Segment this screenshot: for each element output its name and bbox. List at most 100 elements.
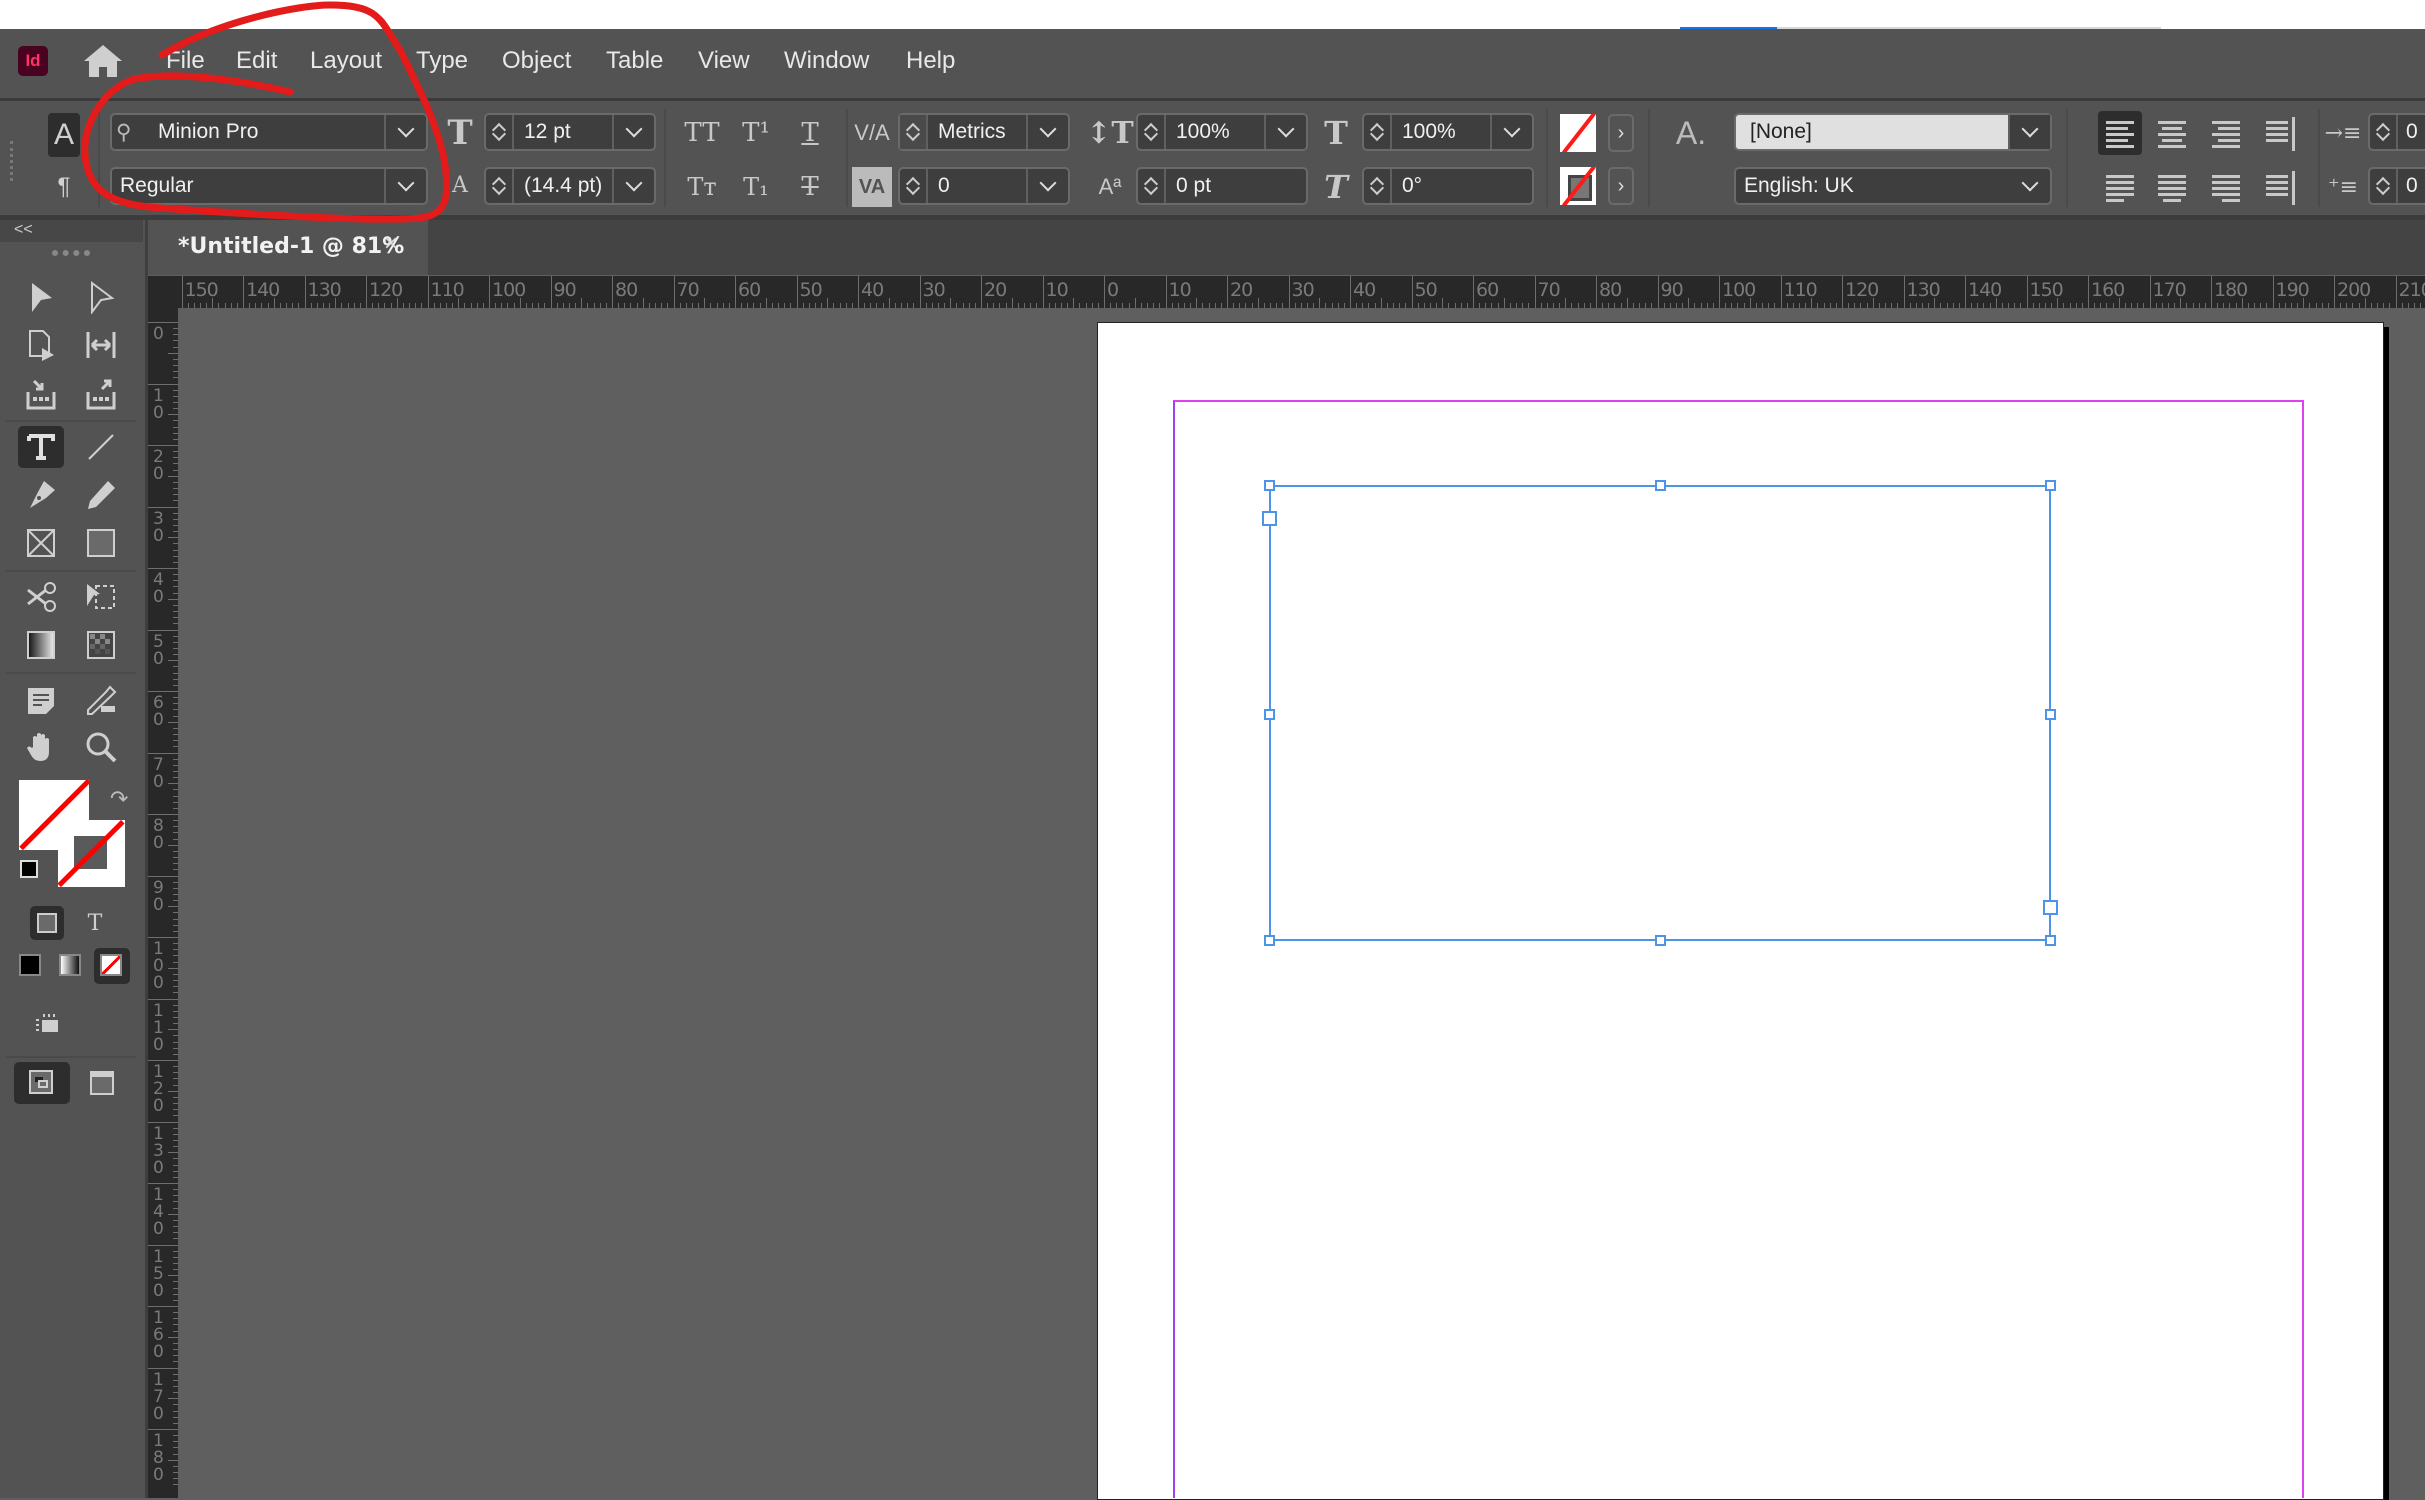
resize-handle-top-left[interactable] — [1264, 480, 1275, 491]
stepper[interactable] — [2370, 169, 2398, 203]
horizontal-scale-field[interactable]: 100% — [1362, 113, 1534, 151]
screen-mode-menu-button[interactable] — [80, 1062, 126, 1104]
align-towards-spine-button[interactable] — [2258, 111, 2302, 155]
chevron-down-icon[interactable] — [1026, 115, 1068, 149]
character-style-field[interactable]: [None] — [1734, 113, 2052, 151]
gap-tool[interactable] — [78, 324, 124, 366]
align-right-button[interactable] — [2204, 111, 2248, 155]
menu-object[interactable]: Object — [502, 47, 571, 75]
justify-all-button[interactable] — [2258, 165, 2302, 209]
resize-handle-middle-left[interactable] — [1264, 709, 1275, 720]
panel-grip[interactable] — [52, 250, 90, 262]
menu-type[interactable]: Type — [416, 47, 468, 75]
text-frame[interactable] — [1269, 485, 2051, 941]
menu-view[interactable]: View — [698, 47, 750, 75]
screen-mode-normal-button[interactable] — [26, 1004, 72, 1046]
formatting-affects-text-button[interactable]: T — [78, 906, 112, 940]
stroke-swatch[interactable] — [1560, 167, 1596, 205]
menu-layout[interactable]: Layout — [310, 47, 382, 75]
resize-handle-bottom-left[interactable] — [1264, 935, 1275, 946]
stepper[interactable] — [486, 115, 514, 149]
vertical-scale-field[interactable]: 100% — [1136, 113, 1308, 151]
text-out-port[interactable] — [2043, 900, 2058, 915]
chevron-down-icon[interactable] — [1264, 115, 1306, 149]
chevron-down-icon[interactable] — [2008, 115, 2050, 149]
formatting-affects-container-button[interactable] — [30, 906, 64, 940]
justify-center-button[interactable] — [2150, 165, 2194, 209]
free-transform-tool[interactable] — [78, 576, 124, 618]
stepper[interactable] — [900, 115, 928, 149]
gradient-swatch-tool[interactable] — [18, 624, 64, 666]
leading-field[interactable]: (14.4 pt) — [484, 167, 656, 205]
pencil-tool[interactable] — [78, 474, 124, 516]
note-tool[interactable] — [18, 680, 64, 722]
resize-handle-bottom-right[interactable] — [2045, 935, 2056, 946]
all-caps-icon[interactable]: TT — [680, 113, 724, 153]
scissors-tool[interactable] — [18, 576, 64, 618]
apply-color-button[interactable] — [19, 954, 41, 976]
chevron-down-icon[interactable] — [1026, 169, 1068, 203]
small-caps-icon[interactable]: Tᴛ — [680, 167, 724, 207]
apply-gradient-button[interactable] — [59, 954, 81, 976]
first-line-indent-field[interactable]: 0 — [2368, 167, 2425, 205]
menu-table[interactable]: Table — [606, 47, 663, 75]
swap-fill-stroke-icon[interactable]: ↷ — [110, 786, 128, 812]
home-icon[interactable] — [82, 43, 124, 79]
rectangle-frame-tool[interactable] — [18, 522, 64, 564]
superscript-icon[interactable]: T¹ — [734, 113, 778, 153]
fill-swatch[interactable] — [1560, 114, 1596, 152]
chevron-down-icon[interactable] — [1490, 115, 1532, 149]
gradient-feather-tool[interactable] — [78, 624, 124, 666]
page-tool[interactable] — [18, 324, 64, 366]
strikethrough-icon[interactable]: T — [788, 167, 832, 207]
align-center-button[interactable] — [2150, 111, 2194, 155]
line-tool[interactable] — [78, 426, 124, 468]
zoom-tool[interactable] — [78, 726, 124, 768]
apply-none-button[interactable] — [94, 948, 130, 984]
fill-menu-button[interactable]: › — [1608, 114, 1634, 152]
menu-edit[interactable]: Edit — [236, 47, 277, 75]
resize-handle-bottom-center[interactable] — [1655, 935, 1666, 946]
tracking-field[interactable]: 0 — [898, 167, 1070, 205]
type-tool[interactable] — [18, 426, 64, 468]
chevron-down-icon[interactable] — [612, 169, 654, 203]
document-tab[interactable]: *Untitled-1 @ 81% × — [148, 220, 428, 275]
subscript-icon[interactable]: T₁ — [734, 167, 778, 207]
panel-grip[interactable] — [10, 141, 16, 181]
collapse-panel-button[interactable]: << — [0, 220, 143, 242]
justify-left-button[interactable] — [2098, 165, 2142, 209]
align-left-button[interactable] — [2098, 111, 2142, 155]
pen-tool[interactable] — [18, 474, 64, 516]
normal-view-button[interactable] — [14, 1062, 70, 1104]
resize-handle-top-right[interactable] — [2045, 480, 2056, 491]
stepper[interactable] — [900, 169, 928, 203]
eyedropper-tool[interactable] — [78, 680, 124, 722]
content-collector-tool[interactable] — [18, 374, 64, 416]
stepper[interactable] — [1364, 169, 1392, 203]
content-placer-tool[interactable] — [78, 374, 124, 416]
skew-field[interactable]: 0° — [1362, 167, 1534, 205]
font-family-field[interactable]: ⚲ Minion Pro — [110, 113, 428, 151]
chevron-down-icon[interactable] — [612, 115, 654, 149]
font-size-field[interactable]: 12 pt — [484, 113, 656, 151]
stepper[interactable] — [486, 169, 514, 203]
stepper[interactable] — [1138, 169, 1166, 203]
hand-tool[interactable] — [18, 726, 64, 768]
menu-file[interactable]: File — [166, 47, 205, 75]
selection-tool[interactable] — [18, 276, 64, 318]
kerning-field[interactable]: Metrics — [898, 113, 1070, 151]
stepper[interactable] — [1364, 115, 1392, 149]
stroke-menu-button[interactable]: › — [1608, 167, 1634, 205]
text-in-port[interactable] — [1262, 511, 1277, 526]
baseline-shift-field[interactable]: 0 pt — [1136, 167, 1308, 205]
paragraph-mode-button[interactable]: ¶ — [48, 165, 80, 209]
chevron-down-icon[interactable] — [2010, 169, 2050, 203]
default-fill-stroke-icon[interactable] — [20, 860, 38, 878]
language-field[interactable]: English: UK — [1734, 167, 2052, 205]
left-indent-field[interactable]: 0 — [2368, 113, 2425, 151]
menu-help[interactable]: Help — [906, 47, 955, 75]
menu-window[interactable]: Window — [784, 47, 869, 75]
chevron-down-icon[interactable] — [384, 115, 426, 149]
horizontal-ruler[interactable]: 1501401301201101009080706050403020100102… — [148, 276, 2425, 308]
underline-icon[interactable]: T — [788, 113, 832, 153]
